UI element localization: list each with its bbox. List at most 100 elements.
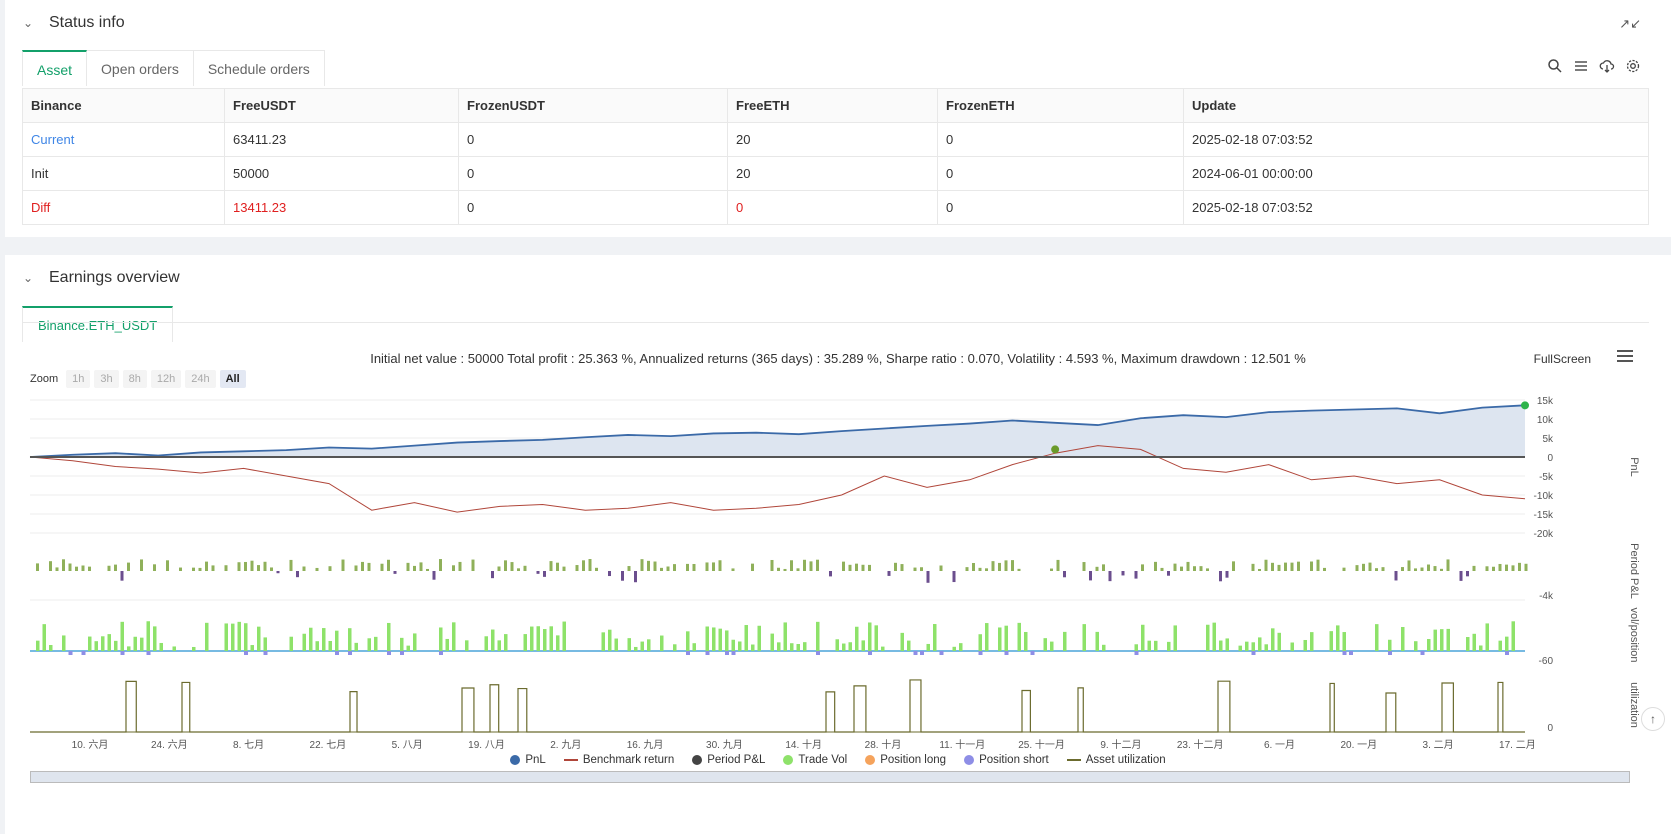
- trade-vol-bar: [445, 638, 449, 651]
- trade-vol-bar: [309, 627, 313, 651]
- period-bar: [1342, 567, 1346, 571]
- trade-vol-bar: [835, 639, 839, 651]
- period-bar: [1355, 565, 1359, 571]
- trade-vol-bar: [796, 644, 800, 651]
- gear-icon[interactable]: [1625, 58, 1641, 74]
- period-bar: [809, 561, 813, 571]
- trade-vol-bar: [289, 636, 293, 651]
- trade-vol-bar: [1212, 622, 1216, 651]
- list-icon[interactable]: [1573, 58, 1589, 74]
- earnings-chart[interactable]: 15k 10k 5k 0 -5k -10k -15k -20k PnL -4k Period P&L…: [5, 255, 1671, 834]
- period-bar: [491, 571, 494, 579]
- legend-trade-vol[interactable]: Trade Vol: [783, 754, 847, 766]
- legend-asset-utilization[interactable]: Asset utilization: [1066, 754, 1166, 766]
- status-info-header[interactable]: ⌄ Status info: [23, 14, 125, 32]
- period-bar: [731, 568, 735, 571]
- trade-vol-bar: [855, 626, 859, 651]
- position-short-bar: [68, 651, 73, 655]
- trade-vol-bar: [140, 637, 144, 651]
- trade-vol-bar: [907, 640, 911, 651]
- legend-benchmark[interactable]: Benchmark return: [563, 754, 674, 766]
- period-bar: [536, 571, 540, 574]
- trade-vol-bar: [803, 642, 807, 651]
- legend-long-label: Position long: [880, 754, 947, 766]
- trade-vol-bar: [49, 645, 53, 651]
- position-short-bar: [335, 651, 339, 655]
- legend-position-short[interactable]: Position short: [964, 754, 1049, 766]
- trade-vol-bar: [1414, 641, 1418, 651]
- trade-vol-bar: [374, 636, 378, 651]
- trade-vol-bar: [1251, 642, 1255, 651]
- period-bar: [770, 559, 774, 571]
- trade-vol-bar: [1017, 622, 1021, 651]
- period-bar: [1141, 564, 1144, 571]
- period-bar: [270, 567, 273, 571]
- col-freeusdt: FreeUSDT: [224, 88, 459, 123]
- tab-schedule-orders[interactable]: Schedule orders: [193, 50, 325, 86]
- legend-period-pl[interactable]: Period P&L: [692, 754, 765, 766]
- legend-pnl-marker: [510, 755, 521, 765]
- period-bar: [608, 571, 611, 577]
- position-short-bar: [1030, 651, 1035, 655]
- trade-vol-bar: [673, 644, 677, 651]
- pnl-axis-label: PnL: [1628, 457, 1640, 477]
- period-bar: [523, 565, 527, 571]
- trade-vol-bar: [413, 633, 417, 651]
- trade-vol-bar: [192, 646, 196, 651]
- trade-vol-bar: [1485, 623, 1489, 651]
- position-short-bar: [868, 651, 872, 655]
- tab-open-orders[interactable]: Open orders: [87, 50, 194, 86]
- position-short-bar: [1505, 651, 1509, 655]
- period-bar: [861, 564, 865, 571]
- period-bar: [1310, 561, 1313, 571]
- trade-vol-bar: [491, 629, 495, 651]
- legend-short-marker: [964, 755, 975, 765]
- period-bar: [257, 565, 260, 571]
- period-bar: [224, 565, 228, 571]
- period-bar: [1427, 564, 1430, 571]
- period-bar: [1264, 559, 1268, 571]
- trade-vol-bar: [1466, 637, 1470, 651]
- period-bar: [686, 563, 689, 571]
- period-bar: [328, 566, 332, 571]
- trade-vol-bar: [660, 635, 664, 651]
- period-bar: [900, 564, 904, 571]
- trade-vol-bar: [387, 622, 391, 651]
- x-axis-tick: 28. 十月: [865, 738, 902, 751]
- cell: 0: [727, 190, 938, 225]
- legend-pnl[interactable]: PnL: [510, 754, 546, 766]
- tab-asset[interactable]: Asset: [22, 50, 88, 86]
- trade-vol-bar: [1095, 631, 1099, 651]
- period-bar: [848, 564, 852, 571]
- period-bar: [205, 561, 208, 571]
- legend-position-long[interactable]: Position long: [865, 754, 946, 766]
- trade-vol-bar: [523, 634, 527, 651]
- vol-axis-tick: -60: [1539, 656, 1554, 667]
- chevron-down-icon[interactable]: ⌄: [23, 16, 37, 30]
- pnl-axis-tick: 10k: [1537, 415, 1554, 426]
- period-bar: [1297, 561, 1300, 571]
- search-icon[interactable]: [1547, 58, 1563, 74]
- period-bar: [991, 561, 995, 571]
- period-bar: [647, 560, 650, 571]
- trade-vol-bar: [1225, 638, 1229, 651]
- cloud-download-icon[interactable]: [1599, 58, 1615, 74]
- trade-vol-bar: [959, 643, 963, 651]
- scroll-top-button[interactable]: ↑: [1641, 707, 1665, 731]
- legend-util-marker: [1066, 759, 1081, 761]
- period-bar: [1323, 567, 1326, 571]
- trade-vol-bar: [757, 625, 761, 651]
- chart-navigator[interactable]: [30, 771, 1630, 783]
- asset-table: Binance FreeUSDT FrozenUSDT FreeETH Froz…: [22, 88, 1649, 225]
- collapse-icon[interactable]: ↗↙: [1619, 16, 1641, 32]
- x-axis-tick: 20. 一月: [1340, 739, 1377, 751]
- period-bar: [81, 565, 85, 571]
- period-bar: [1518, 562, 1521, 571]
- period-bar: [36, 563, 39, 571]
- row-label-current[interactable]: Current: [22, 122, 225, 157]
- period-bar: [640, 559, 644, 571]
- table-tools: [1547, 58, 1641, 74]
- period-bar: [1004, 560, 1008, 571]
- period-bar: [1063, 571, 1066, 578]
- period-bar: [354, 565, 358, 571]
